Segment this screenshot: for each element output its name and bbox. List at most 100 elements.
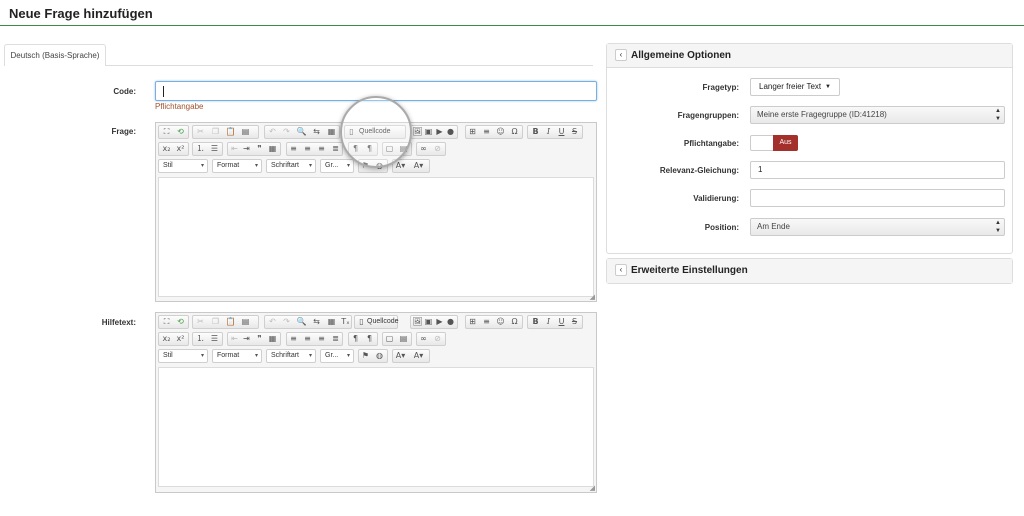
indent-icon[interactable]: ⇥ (241, 143, 252, 155)
div-icon[interactable]: ▦ (267, 333, 278, 345)
resize-grip-icon[interactable]: ◢ (590, 294, 595, 301)
validation-input[interactable] (750, 189, 1005, 207)
preview-icon[interactable]: ⟲ (175, 316, 186, 328)
align-center-icon[interactable]: ≡ (302, 143, 313, 155)
blockquote-icon[interactable]: ❞ (254, 333, 265, 345)
globe-icon[interactable]: ◍ (374, 350, 385, 362)
question-type-select[interactable]: Langer freier Text ▼ (750, 78, 840, 96)
size-select[interactable]: Gr... ▾ (320, 159, 354, 173)
maximize-icon[interactable]: ⛶ (161, 126, 172, 138)
align-left-icon[interactable]: ≡ (288, 333, 299, 345)
image-icon[interactable]: 🖼 (412, 316, 423, 328)
italic-button[interactable]: I (543, 126, 554, 138)
undo-icon[interactable]: ↶ (267, 316, 278, 328)
ltr-icon[interactable]: ¶ (350, 333, 361, 345)
remove-format-icon[interactable]: Tₓ (340, 316, 351, 328)
smiley-icon[interactable]: ☺ (495, 126, 506, 138)
find-icon[interactable]: 🔍 (296, 316, 307, 328)
superscript-button[interactable]: x² (175, 143, 186, 155)
select-all-icon[interactable]: ▦ (326, 316, 337, 328)
align-justify-icon[interactable]: ≣ (330, 333, 341, 345)
document-icon[interactable]: ▤ (398, 333, 409, 345)
chevron-left-icon[interactable]: ‹ (615, 49, 627, 61)
subscript-button[interactable]: x₂ (161, 333, 172, 345)
numbered-list-icon[interactable]: ⒈ (195, 143, 206, 155)
style-select[interactable]: Stil ▾ (158, 349, 208, 363)
unlink-icon[interactable]: ⊘ (432, 143, 443, 155)
redo-icon[interactable]: ↷ (281, 316, 292, 328)
template-icon[interactable]: ▢ (384, 333, 395, 345)
bullet-list-icon[interactable]: ☰ (209, 143, 220, 155)
flash-icon[interactable]: ● (445, 126, 456, 138)
font-select[interactable]: Schriftart ▾ (266, 159, 316, 173)
align-justify-icon[interactable]: ≣ (330, 143, 341, 155)
position-select[interactable]: Am Ende ▲ ▼ (750, 218, 1005, 236)
text-color-icon[interactable]: A▾ (395, 350, 406, 362)
horizontal-line-icon[interactable]: ≡ (481, 316, 492, 328)
paste-icon[interactable]: 📋 (225, 126, 236, 138)
underline-button[interactable]: U (556, 126, 567, 138)
superscript-button[interactable]: x² (175, 333, 186, 345)
smiley-icon[interactable]: ☺ (495, 316, 506, 328)
bullet-list-icon[interactable]: ☰ (209, 333, 220, 345)
cut-icon[interactable]: ✂ (195, 126, 206, 138)
question-text-area[interactable] (158, 177, 594, 297)
mandatory-toggle[interactable]: Aus (750, 135, 798, 151)
format-select[interactable]: Format ▾ (212, 159, 262, 173)
tab-language-base[interactable]: Deutsch (Basis-Sprache) (4, 44, 106, 66)
table-icon[interactable]: ⊞ (467, 316, 478, 328)
help-text-area[interactable] (158, 367, 594, 487)
youtube-icon[interactable]: ▶ (434, 316, 445, 328)
paste-icon[interactable]: 📋 (225, 316, 236, 328)
link-icon[interactable]: ∞ (418, 333, 429, 345)
image-icon[interactable]: 🖼 (412, 126, 423, 138)
video-icon[interactable]: ▣ (423, 316, 434, 328)
horizontal-line-icon[interactable]: ≡ (481, 126, 492, 138)
copy-icon[interactable]: ❐ (210, 316, 221, 328)
video-icon[interactable]: ▣ (423, 126, 434, 138)
bold-button[interactable]: B (530, 316, 541, 328)
subscript-button[interactable]: x₂ (161, 143, 172, 155)
unlink-icon[interactable]: ⊘ (432, 333, 443, 345)
relevance-input[interactable]: 1 (750, 161, 1005, 179)
link-icon[interactable]: ∞ (418, 143, 429, 155)
copy-icon[interactable]: ❐ (210, 126, 221, 138)
source-icon[interactable]: ▯ (356, 316, 367, 328)
preview-icon[interactable]: ⟲ (175, 126, 186, 138)
find-icon[interactable]: 🔍 (296, 126, 307, 138)
undo-icon[interactable]: ↶ (267, 126, 278, 138)
select-all-icon[interactable]: ▦ (326, 126, 337, 138)
outdent-icon[interactable]: ⇤ (229, 143, 240, 155)
align-left-icon[interactable]: ≡ (288, 143, 299, 155)
maximize-icon[interactable]: ⛶ (161, 316, 172, 328)
format-select[interactable]: Format ▾ (212, 349, 262, 363)
div-icon[interactable]: ▦ (267, 143, 278, 155)
indent-icon[interactable]: ⇥ (241, 333, 252, 345)
style-select[interactable]: Stil ▾ (158, 159, 208, 173)
special-char-icon[interactable]: Ω (509, 316, 520, 328)
paste-text-icon[interactable]: ▤ (240, 126, 251, 138)
advanced-settings-header[interactable]: ‹ Erweiterte Einstellungen (607, 259, 1012, 283)
strike-button[interactable]: S (569, 316, 580, 328)
bold-button[interactable]: B (530, 126, 541, 138)
font-select[interactable]: Schriftart ▾ (266, 349, 316, 363)
rtl-icon[interactable]: ¶ (364, 333, 375, 345)
flash-icon[interactable]: ● (445, 316, 456, 328)
flag-icon[interactable]: ⚑ (360, 350, 371, 362)
resize-grip-icon[interactable]: ◢ (590, 485, 595, 492)
general-options-header[interactable]: ‹ Allgemeine Optionen (607, 44, 1012, 68)
underline-button[interactable]: U (556, 316, 567, 328)
cut-icon[interactable]: ✂ (195, 316, 206, 328)
numbered-list-icon[interactable]: ⒈ (195, 333, 206, 345)
replace-icon[interactable]: ⇆ (311, 316, 322, 328)
outdent-icon[interactable]: ⇤ (229, 333, 240, 345)
background-color-icon[interactable]: A▾ (413, 350, 424, 362)
question-group-select[interactable]: Meine erste Fragegruppe (ID:41218) ▲ ▼ (750, 106, 1005, 124)
align-right-icon[interactable]: ≡ (316, 143, 327, 155)
help-editor[interactable]: ⛶ ⟲ ✂ ❐ 📋 ▤ ↶ ↷ 🔍 ⇆ ▦ Tₓ ▯ Quellcode 🖼 ▣… (155, 312, 597, 493)
strike-button[interactable]: S (569, 126, 580, 138)
redo-icon[interactable]: ↷ (281, 126, 292, 138)
align-right-icon[interactable]: ≡ (316, 333, 327, 345)
special-char-icon[interactable]: Ω (509, 126, 520, 138)
replace-icon[interactable]: ⇆ (311, 126, 322, 138)
